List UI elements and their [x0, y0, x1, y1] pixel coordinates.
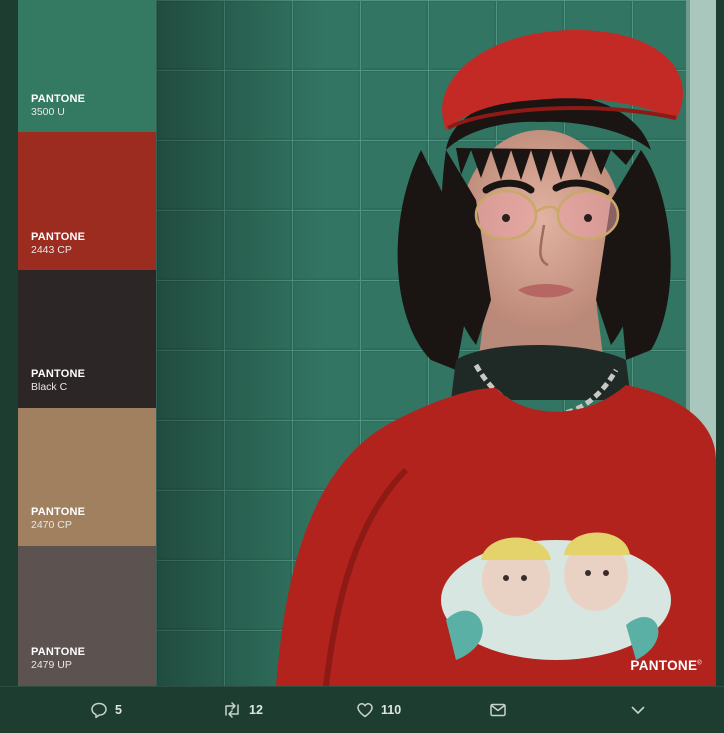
reply-icon	[90, 701, 108, 719]
more-options-button[interactable]	[629, 699, 647, 721]
retweet-icon	[222, 701, 242, 719]
tweet-action-bar: 5 12 110	[0, 686, 724, 733]
swatch-brand: PANTONE	[31, 506, 86, 518]
retweet-count: 12	[249, 703, 263, 717]
reply-button[interactable]: 5	[90, 699, 122, 721]
swatch-3500-u: PANTONE 3500 U	[18, 0, 156, 132]
swatch-2470-cp: PANTONE 2470 CP	[18, 408, 156, 546]
tweet-media[interactable]: PANTONE 3500 U PANTONE 2443 CP PANTONE B…	[18, 0, 716, 686]
direct-message-button[interactable]	[489, 699, 507, 721]
swatch-code: Black C	[31, 381, 68, 393]
watermark-text: PANTONE	[630, 658, 698, 673]
like-button[interactable]: 110	[356, 699, 401, 721]
retweet-button[interactable]: 12	[222, 699, 263, 721]
pantone-palette: PANTONE 3500 U PANTONE 2443 CP PANTONE B…	[18, 0, 156, 686]
swatch-black-c: PANTONE Black C	[18, 270, 156, 408]
swatch-brand: PANTONE	[31, 646, 86, 658]
heart-icon	[356, 701, 374, 719]
envelope-icon	[489, 701, 507, 719]
portrait-illustration	[156, 0, 716, 686]
swatch-brand: PANTONE	[31, 368, 86, 380]
pantone-watermark: PANTONE®	[630, 658, 702, 673]
swatch-2479-up: PANTONE 2479 UP	[18, 546, 156, 686]
swatch-brand: PANTONE	[31, 231, 86, 243]
swatch-code: 2479 UP	[31, 659, 72, 671]
chevron-down-icon	[629, 701, 647, 719]
swatch-code: 2470 CP	[31, 519, 72, 531]
registered-mark: ®	[697, 660, 702, 667]
reply-count: 5	[115, 703, 122, 717]
swatch-code: 3500 U	[31, 106, 65, 118]
swatch-brand: PANTONE	[31, 93, 86, 105]
portrait-photo	[156, 0, 716, 686]
tweet-card: PANTONE 3500 U PANTONE 2443 CP PANTONE B…	[0, 0, 724, 733]
swatch-code: 2443 CP	[31, 244, 72, 256]
swatch-2443-cp: PANTONE 2443 CP	[18, 132, 156, 270]
like-count: 110	[381, 703, 402, 717]
